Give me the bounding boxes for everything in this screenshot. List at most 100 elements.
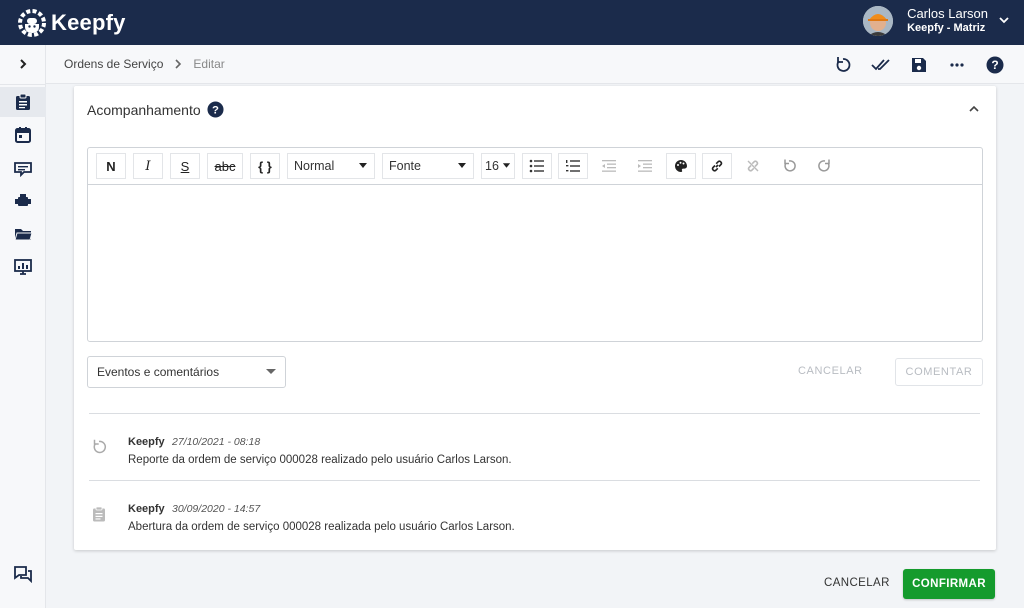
breadcrumb: Ordens de Serviço Editar <box>64 57 225 71</box>
caret-down-icon <box>502 163 511 168</box>
top-header: Keepfy Carlos Larson Keepfy - Matriz <box>0 0 1024 45</box>
chevron-down-icon[interactable] <box>998 14 1010 26</box>
breadcrumb-parent[interactable]: Ordens de Serviço <box>64 57 163 71</box>
numbered-list-button[interactable] <box>558 153 588 179</box>
event-description: Reporte da ordem de serviço 000028 reali… <box>128 454 512 466</box>
link-button[interactable] <box>702 153 732 179</box>
event-description: Abertura da ordem de serviço 000028 real… <box>128 521 515 533</box>
breadcrumb-current: Editar <box>193 57 225 71</box>
divider <box>89 413 980 414</box>
avatar <box>863 6 894 36</box>
sidebar-item-assets[interactable] <box>0 186 46 216</box>
sidebar-item-tickets[interactable] <box>0 153 46 183</box>
brand-name: Keepfy <box>51 9 126 35</box>
tracking-card: Acompanhamento ? N I S abc { } Normal Fo… <box>74 86 996 550</box>
sidebar-item-documents[interactable] <box>0 219 46 249</box>
bullet-list-icon <box>529 159 544 173</box>
sidebar-item-service-orders[interactable] <box>0 87 46 117</box>
card-title: Acompanhamento <box>87 101 201 118</box>
collapse-button[interactable] <box>968 102 980 120</box>
event-item: Keepfy 30/09/2020 - 14:57 Abertura da or… <box>89 494 980 544</box>
editor-content-area[interactable] <box>88 185 982 341</box>
outdent-button[interactable] <box>594 153 624 179</box>
cancel-comment-button[interactable]: CANCELAR <box>798 365 863 377</box>
clipboard-icon <box>16 93 30 110</box>
editor-toolbar: N I S abc { } Normal Fonte 16 <box>88 148 982 185</box>
format-select-value: Normal <box>294 159 335 173</box>
save-button[interactable] <box>908 54 930 76</box>
confirm-button[interactable]: CONFIRMAR <box>903 569 995 599</box>
svg-text:?: ? <box>212 104 219 116</box>
ticket-icon <box>14 162 32 177</box>
event-timestamp: 30/09/2020 - 14:57 <box>172 503 261 515</box>
unlink-icon <box>747 160 759 172</box>
divider <box>89 480 980 481</box>
indent-icon <box>638 160 652 172</box>
event-item: Keepfy 27/10/2021 - 08:18 Reporte da ord… <box>89 427 980 477</box>
help-button[interactable]: ? <box>984 54 1006 76</box>
italic-button[interactable]: I <box>133 153 163 179</box>
chat-button[interactable] <box>13 565 33 588</box>
sidebar-item-dashboards[interactable] <box>0 252 46 282</box>
events-filter-select[interactable]: Eventos e comentários <box>87 356 286 388</box>
user-company: Keepfy - Matriz <box>907 22 986 34</box>
caret-down-icon <box>266 369 276 374</box>
undo-button[interactable] <box>774 153 804 179</box>
user-menu[interactable]: Carlos Larson Keepfy - Matriz <box>863 6 1009 36</box>
card-header: Acompanhamento ? <box>87 101 224 118</box>
user-name: Carlos Larson <box>907 6 988 21</box>
dashboard-icon <box>14 259 32 275</box>
svg-text:?: ? <box>991 58 998 72</box>
chevron-up-icon <box>969 105 979 112</box>
double-check-icon <box>871 59 890 71</box>
underline-button[interactable]: S <box>170 153 200 179</box>
bold-button[interactable]: N <box>96 153 126 179</box>
sidebar-item-calendar[interactable] <box>0 120 46 150</box>
unlink-button[interactable] <box>738 153 768 179</box>
format-select[interactable]: Normal <box>287 153 375 179</box>
chevron-right-icon <box>20 59 27 69</box>
sidebar-divider <box>0 84 46 85</box>
undo-icon <box>93 439 107 454</box>
mark-done-button[interactable] <box>870 54 892 76</box>
page-actions: ? <box>816 54 1006 76</box>
redo-button[interactable] <box>810 153 840 179</box>
help-icon[interactable]: ? <box>207 101 224 118</box>
event-author: Keepfy <box>128 436 165 448</box>
caret-down-icon <box>359 163 367 168</box>
calendar-icon <box>15 127 31 143</box>
chevron-right-icon <box>175 59 182 69</box>
save-icon <box>912 58 926 72</box>
keepfy-logo-icon <box>18 8 46 37</box>
font-select[interactable]: Fonte <box>382 153 474 179</box>
page-subheader: Ordens de Serviço Editar ? <box>46 45 1024 84</box>
size-select[interactable]: 16 <box>481 153 515 179</box>
color-button[interactable] <box>666 153 696 179</box>
sidebar-expand-button[interactable] <box>13 54 33 74</box>
more-options-button[interactable] <box>946 54 968 76</box>
events-filter-value: Eventos e comentários <box>97 365 220 379</box>
size-select-value: 16 <box>485 159 499 173</box>
chat-icon <box>14 566 32 584</box>
help-icon: ? <box>986 56 1004 74</box>
undo-icon <box>836 57 851 72</box>
reload-button[interactable] <box>832 54 854 76</box>
outdent-icon <box>602 160 616 172</box>
strikethrough-button[interactable]: abc <box>207 153 243 179</box>
cancel-button[interactable]: CANCELAR <box>824 577 890 589</box>
palette-icon <box>675 160 687 172</box>
numbered-list-icon <box>566 160 580 172</box>
sidebar <box>0 45 46 608</box>
event-timestamp: 27/10/2021 - 08:18 <box>172 436 261 448</box>
engine-icon <box>15 194 31 206</box>
brand[interactable]: Keepfy <box>18 8 126 37</box>
folder-icon <box>14 229 33 241</box>
clipboard-icon <box>93 506 105 522</box>
bullet-list-button[interactable] <box>522 153 552 179</box>
indent-button[interactable] <box>630 153 660 179</box>
comment-button[interactable]: COMENTAR <box>895 358 983 386</box>
rich-text-editor: N I S abc { } Normal Fonte 16 <box>87 147 983 342</box>
event-author: Keepfy <box>128 503 165 515</box>
more-horizontal-icon <box>950 63 964 67</box>
code-button[interactable]: { } <box>250 153 280 179</box>
